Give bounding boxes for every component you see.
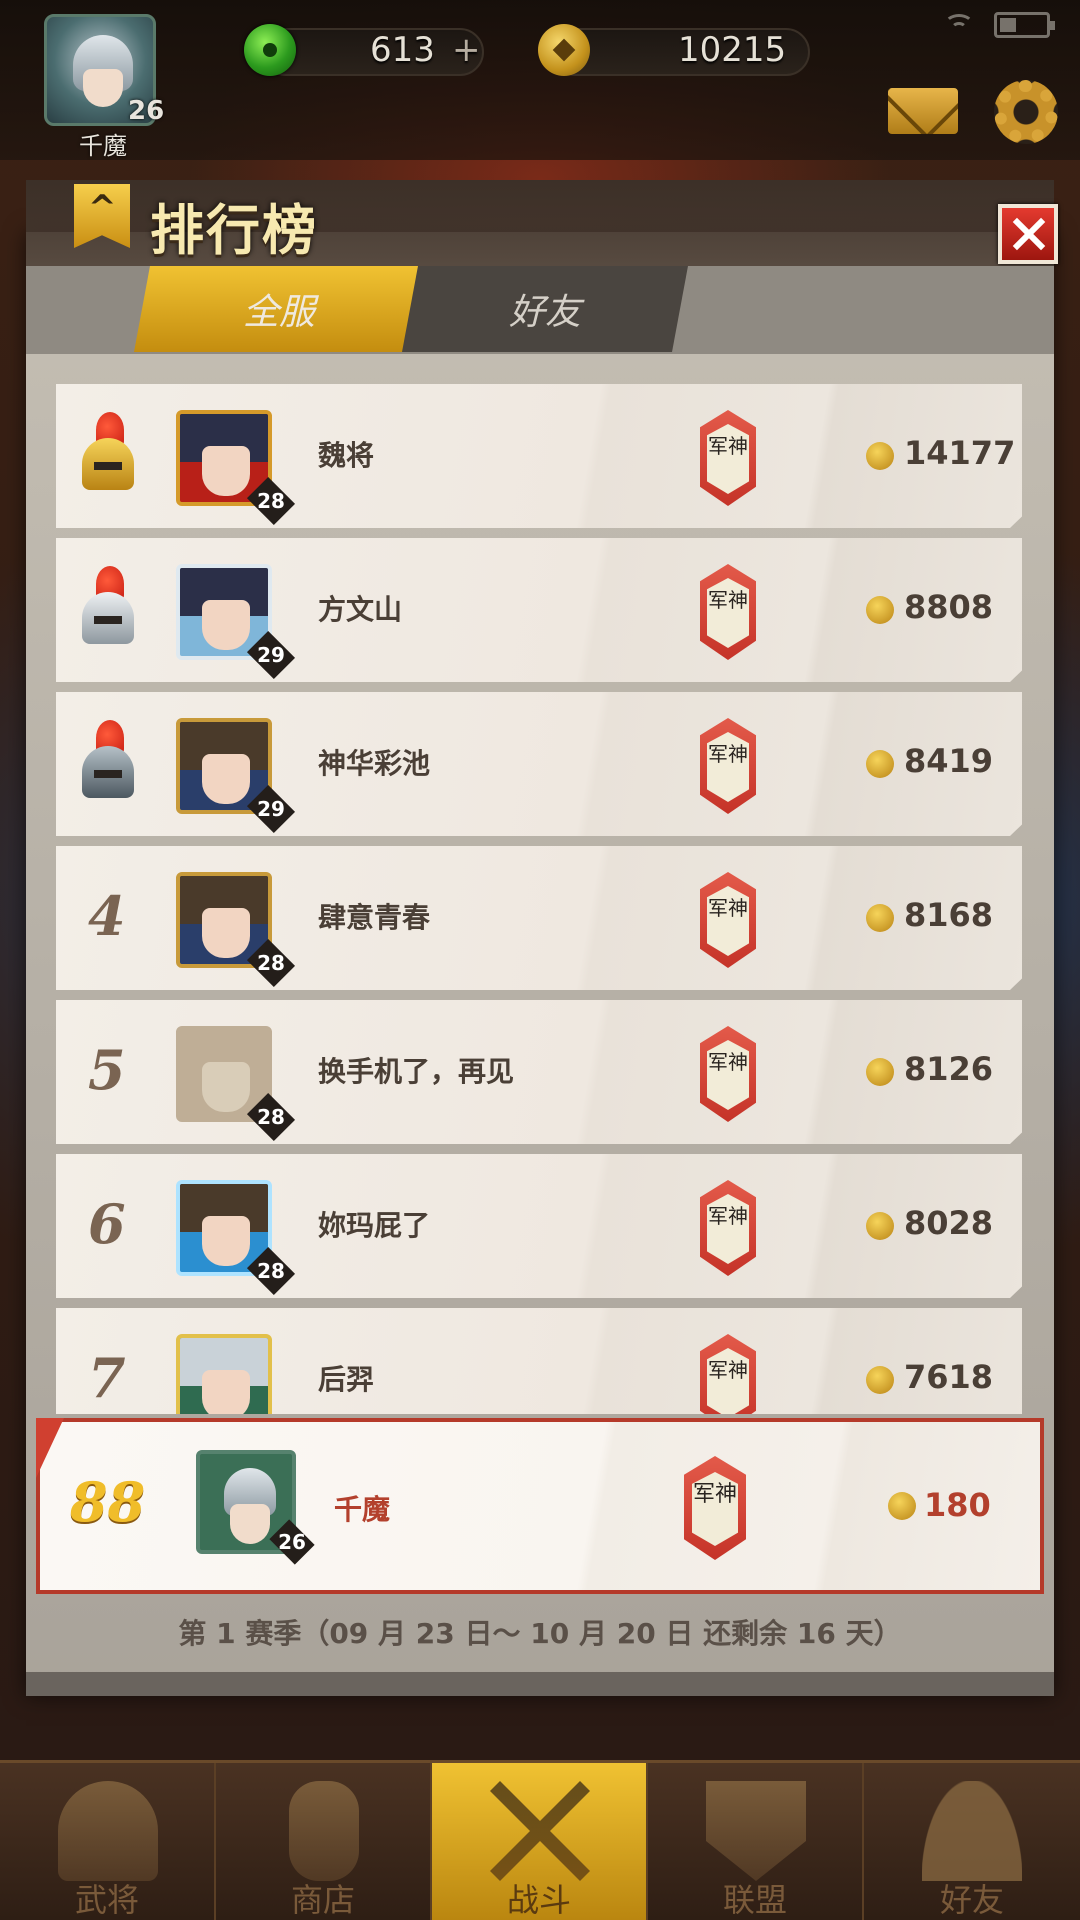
tiger-token-icon	[866, 442, 894, 470]
score-value: 8168	[904, 896, 994, 934]
own-level: 26	[278, 1530, 306, 1554]
tiger-token-icon	[866, 904, 894, 932]
title-emblem-text: 军神	[707, 886, 749, 956]
player-level: 26	[128, 96, 165, 126]
player-name: 后羿	[318, 1363, 375, 1396]
battery-icon	[994, 12, 1055, 38]
score-value: 8028	[904, 1204, 994, 1242]
player-level: 29	[257, 797, 285, 821]
top-bar	[0, 0, 1080, 160]
own-name: 千魔	[334, 1493, 391, 1526]
leaderboard-row[interactable]: 28 魏将 军神 14177	[56, 384, 1022, 528]
player-level: 28	[257, 1259, 285, 1283]
player-level: 28	[257, 1105, 285, 1129]
nav-label: 武将	[74, 1881, 139, 1919]
tiger-token-icon	[866, 750, 894, 778]
leaderboard-list[interactable]: 28 魏将 军神 14177 29 方文山 军神 8808 29 神华彩池 军神…	[56, 384, 1022, 1414]
title-emblem-text: 军神	[707, 1348, 749, 1414]
rank-number: 7	[88, 1346, 126, 1410]
shield-icon	[706, 1781, 806, 1881]
title-emblem-text: 军神	[707, 578, 749, 648]
hero-portrait[interactable]	[176, 1334, 272, 1414]
nav-friends[interactable]: 好友	[864, 1763, 1080, 1920]
nav-label: 好友	[939, 1881, 1004, 1919]
silver-helmet-icon	[78, 566, 138, 646]
rank-number: 6	[88, 1192, 126, 1256]
title-emblem-text: 军神	[707, 1194, 749, 1264]
score-value: 8419	[904, 742, 994, 780]
score-value: 8126	[904, 1050, 994, 1088]
panel-title: 排行榜	[150, 199, 318, 262]
bottom-nav: 武将 商店 战斗 联盟 好友	[0, 1760, 1080, 1920]
tiger-token-icon	[866, 1058, 894, 1086]
score-value: 14177	[904, 434, 1016, 472]
tiger-token-icon	[866, 1212, 894, 1240]
panel-bottom-edge	[26, 1672, 1054, 1696]
player-name: 换手机了，再见	[318, 1055, 515, 1088]
player-name: 妳玛屁了	[318, 1209, 431, 1242]
avatar-face	[83, 69, 123, 107]
player-level: 29	[257, 643, 285, 667]
own-rank-number: 88	[70, 1470, 146, 1534]
jade-value: 613	[370, 30, 435, 70]
wifi-icon	[942, 12, 976, 38]
tab-all-server[interactable]: 全服	[134, 266, 424, 352]
player-name: 魏将	[318, 439, 375, 472]
score-value: 7618	[904, 1358, 994, 1396]
friends-icon	[922, 1781, 1022, 1881]
leaderboard-row[interactable]: 7 后羿 军神 7618	[56, 1308, 1022, 1414]
title-emblem-text: 军神	[707, 1040, 749, 1110]
nav-alliance[interactable]: 联盟	[648, 1763, 864, 1920]
lantern-icon	[289, 1781, 359, 1881]
close-button[interactable]	[998, 204, 1058, 264]
coin-value: 10215	[678, 30, 787, 70]
title-emblem-text: 军神	[707, 732, 749, 802]
score-value: 8808	[904, 588, 994, 626]
season-info: 第 1 赛季（09 月 23 日～ 10 月 20 日 还剩余 16 天）	[178, 1617, 902, 1650]
gear-icon[interactable]	[994, 80, 1058, 144]
leaderboard-row[interactable]: 6 28 妳玛屁了 军神 8028	[56, 1154, 1022, 1298]
nav-generals[interactable]: 武将	[0, 1763, 216, 1920]
rank-number: 4	[88, 884, 126, 948]
nav-label: 联盟	[722, 1881, 787, 1919]
player-name: 方文山	[318, 593, 403, 626]
mail-icon[interactable]	[888, 88, 958, 134]
title-emblem-text: 军神	[707, 424, 749, 494]
nav-shop[interactable]: 商店	[216, 1763, 432, 1920]
nav-battle[interactable]: 战斗	[432, 1763, 648, 1920]
gold-helmet-icon	[78, 412, 138, 492]
helmet-icon	[58, 1781, 158, 1881]
player-level: 28	[257, 489, 285, 513]
jade-add-button[interactable]: +	[452, 30, 481, 70]
tab-friends[interactable]: 好友	[402, 266, 688, 352]
player-name: 神华彩池	[318, 747, 431, 780]
player-name: 千魔	[79, 132, 127, 160]
iron-helmet-icon	[78, 720, 138, 800]
tiger-token-icon	[888, 1492, 916, 1520]
rank-number: 5	[88, 1038, 126, 1102]
nav-label: 战斗	[506, 1881, 571, 1919]
leaderboard-row[interactable]: 4 28 肆意青春 军神 8168	[56, 846, 1022, 990]
tiger-token-icon	[866, 1366, 894, 1394]
player-name: 肆意青春	[318, 901, 431, 934]
nav-label: 商店	[290, 1881, 355, 1919]
leaderboard-row[interactable]: 29 方文山 军神 8808	[56, 538, 1022, 682]
own-score: 180	[924, 1486, 991, 1524]
leaderboard-row[interactable]: 29 神华彩池 军神 8419	[56, 692, 1022, 836]
coin-icon	[538, 24, 590, 76]
player-level: 28	[257, 951, 285, 975]
jade-icon	[244, 24, 296, 76]
tiger-token-icon	[866, 596, 894, 624]
leaderboard-row[interactable]: 5 28 换手机了，再见 军神 8126	[56, 1000, 1022, 1144]
own-title-emblem-text: 军神	[692, 1472, 738, 1546]
status-icons	[942, 12, 1055, 38]
swords-icon	[490, 1781, 590, 1881]
